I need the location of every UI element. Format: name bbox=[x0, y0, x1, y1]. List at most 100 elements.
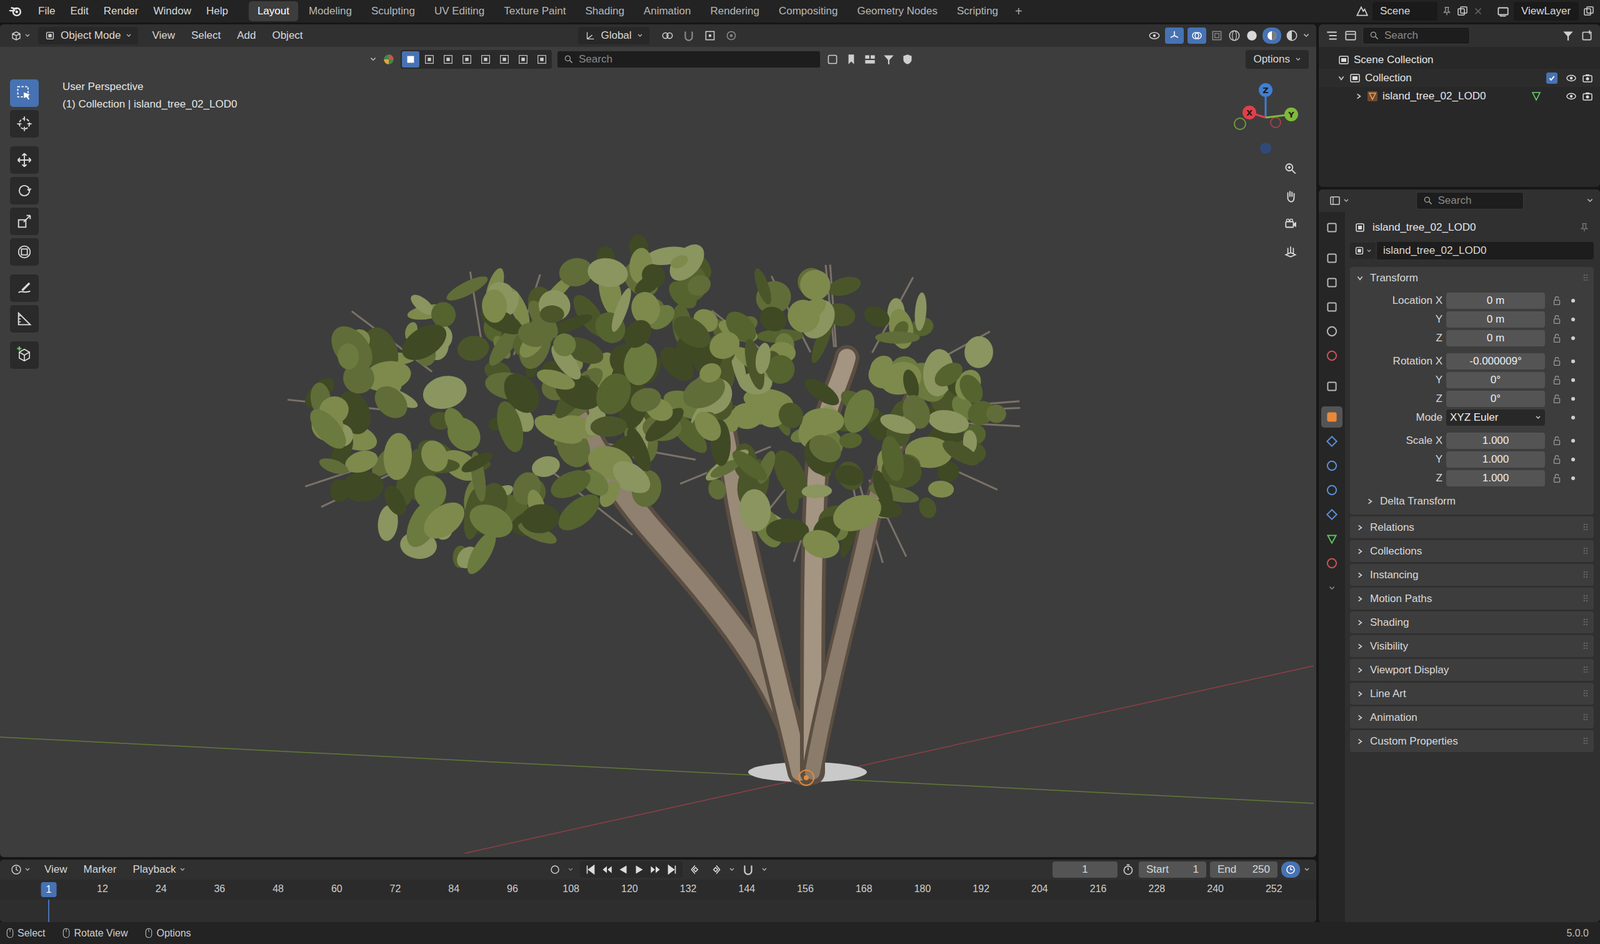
caret-icon[interactable] bbox=[369, 55, 377, 64]
snap-target-icon[interactable] bbox=[703, 28, 717, 43]
keyframe-dot-icon[interactable] bbox=[1571, 415, 1575, 420]
lock-icon[interactable] bbox=[1551, 472, 1563, 484]
drag-handle-icon[interactable]: ⠿ bbox=[1582, 273, 1589, 284]
filter-toggle-icon[interactable] bbox=[825, 52, 840, 67]
workspace-tab[interactable]: Scripting bbox=[948, 1, 1007, 22]
tool-button[interactable] bbox=[10, 305, 39, 333]
camera-icon[interactable] bbox=[1581, 71, 1594, 85]
caret-icon[interactable] bbox=[1586, 196, 1594, 205]
tool-button[interactable] bbox=[10, 110, 39, 138]
selection-mode-button[interactable] bbox=[495, 51, 514, 68]
timeline-menu[interactable]: Marker bbox=[77, 860, 124, 879]
workspace-tab[interactable]: Shading bbox=[576, 1, 633, 22]
wireframe-shading-icon[interactable] bbox=[1227, 28, 1242, 43]
properties-tab[interactable] bbox=[1321, 271, 1343, 294]
display-mode-icon[interactable] bbox=[863, 52, 877, 67]
solid-shading-icon[interactable] bbox=[1245, 28, 1259, 43]
lock-icon[interactable] bbox=[1551, 374, 1563, 386]
drag-handle-icon[interactable]: ⠿ bbox=[1582, 665, 1589, 675]
viewport-menu[interactable]: Add bbox=[230, 26, 262, 45]
delta-transform-subpanel[interactable]: Delta Transform bbox=[1350, 491, 1594, 511]
properties-tab[interactable] bbox=[1321, 552, 1343, 574]
editor-type-button[interactable] bbox=[1325, 191, 1354, 210]
panel-header[interactable]: Motion Paths⠿ bbox=[1350, 587, 1594, 610]
number-field[interactable]: 1.000 bbox=[1446, 451, 1545, 468]
brush-sphere-icon[interactable] bbox=[381, 52, 396, 67]
camera-icon[interactable] bbox=[1581, 90, 1594, 103]
bookmark-icon[interactable] bbox=[844, 52, 859, 67]
play-reverse-icon[interactable] bbox=[616, 862, 630, 877]
display-mode-icon[interactable] bbox=[1343, 28, 1358, 43]
tool-button[interactable] bbox=[10, 176, 39, 205]
tool-search-field[interactable]: Search bbox=[556, 50, 821, 69]
properties-search-field[interactable]: Search bbox=[1416, 191, 1524, 210]
panel-header[interactable]: Relations⠿ bbox=[1350, 516, 1594, 539]
number-field[interactable]: 0 m bbox=[1446, 330, 1545, 347]
z-axis-icon[interactable] bbox=[1258, 83, 1273, 97]
panel-header[interactable]: Shading⠿ bbox=[1350, 611, 1594, 634]
orientation-dropdown[interactable]: Global bbox=[578, 26, 649, 45]
eye-icon[interactable] bbox=[1565, 71, 1578, 85]
end-frame-field[interactable]: End250 bbox=[1210, 861, 1278, 878]
selection-mode-button[interactable] bbox=[458, 51, 476, 68]
number-field[interactable]: 0 m bbox=[1446, 311, 1545, 328]
properties-tab[interactable] bbox=[1321, 528, 1343, 550]
drag-handle-icon[interactable]: ⠿ bbox=[1582, 593, 1589, 604]
x-axis-icon[interactable] bbox=[1242, 105, 1257, 120]
prev-keyframe-icon[interactable] bbox=[600, 862, 614, 877]
pin-icon[interactable] bbox=[1441, 5, 1453, 17]
menu-item[interactable]: Window bbox=[146, 1, 198, 21]
keyframe-dot-icon[interactable] bbox=[1571, 438, 1575, 443]
properties-tab[interactable] bbox=[1321, 503, 1343, 525]
number-field[interactable]: 1.000 bbox=[1446, 470, 1545, 487]
material-preview-toggle[interactable] bbox=[1262, 27, 1282, 44]
drag-handle-icon[interactable]: ⠿ bbox=[1582, 712, 1589, 723]
gizmo-toggle[interactable] bbox=[1165, 27, 1184, 44]
properties-tab[interactable] bbox=[1321, 406, 1343, 428]
drag-handle-icon[interactable]: ⠿ bbox=[1582, 617, 1589, 628]
filter-icon[interactable] bbox=[1561, 28, 1575, 43]
panel-header[interactable]: Instancing⠿ bbox=[1350, 563, 1594, 586]
scene-field[interactable]: Scene bbox=[1372, 1, 1438, 21]
keyframe-dot-icon[interactable] bbox=[1571, 396, 1575, 401]
keyframe-dot-icon[interactable] bbox=[1571, 359, 1575, 364]
panel-header[interactable]: Transform⠿ bbox=[1350, 266, 1594, 289]
navigation-gizmo[interactable]: XYZ bbox=[1228, 80, 1304, 155]
keyframe-dot-icon[interactable] bbox=[1571, 378, 1575, 382]
properties-tab[interactable] bbox=[1321, 296, 1343, 318]
keyframe-dot-icon[interactable] bbox=[1571, 298, 1575, 303]
editor-type-button[interactable] bbox=[6, 860, 35, 879]
number-field[interactable]: -0.000009° bbox=[1446, 353, 1545, 370]
panel-header[interactable]: Collections⠿ bbox=[1350, 540, 1594, 562]
viewport-canvas[interactable]: SearchOptionsUser Perspective(1) Collect… bbox=[0, 46, 1317, 857]
selection-mode-button[interactable] bbox=[439, 51, 457, 68]
drag-handle-icon[interactable]: ⠿ bbox=[1582, 522, 1589, 533]
properties-tab[interactable] bbox=[1321, 320, 1343, 342]
timeline-track[interactable] bbox=[0, 899, 1317, 922]
exclude-checkbox[interactable] bbox=[1546, 72, 1558, 84]
jump-end-icon[interactable] bbox=[665, 862, 679, 877]
next-keyframe-icon[interactable] bbox=[648, 862, 663, 877]
keyframe-next-icon[interactable] bbox=[708, 862, 723, 877]
playback-sync-toggle[interactable] bbox=[1281, 861, 1300, 878]
mode-dropdown[interactable]: XYZ Euler bbox=[1446, 409, 1545, 426]
tool-button[interactable] bbox=[10, 207, 39, 235]
panel-header[interactable]: Custom Properties⠿ bbox=[1350, 730, 1594, 752]
lock-icon[interactable] bbox=[1551, 393, 1563, 405]
tool-button[interactable] bbox=[10, 146, 39, 174]
tool-button[interactable] bbox=[10, 274, 39, 302]
workspace-tab[interactable]: Sculpting bbox=[362, 1, 424, 22]
workspace-tab[interactable]: Geometry Nodes bbox=[848, 1, 947, 22]
caret-icon[interactable] bbox=[728, 866, 735, 873]
playhead[interactable] bbox=[48, 899, 50, 922]
jump-start-icon[interactable] bbox=[583, 862, 598, 877]
properties-tab[interactable] bbox=[1321, 216, 1343, 239]
caret-icon[interactable] bbox=[761, 866, 768, 873]
properties-tab[interactable] bbox=[1321, 455, 1343, 477]
mode-dropdown[interactable]: Object Mode bbox=[38, 26, 139, 45]
play-icon[interactable] bbox=[632, 862, 647, 877]
neg-y-axis-icon[interactable] bbox=[1234, 118, 1246, 130]
number-field[interactable]: 0° bbox=[1446, 371, 1545, 389]
number-field[interactable]: 1.000 bbox=[1446, 432, 1545, 449]
outliner-search-field[interactable]: Search bbox=[1362, 26, 1470, 45]
